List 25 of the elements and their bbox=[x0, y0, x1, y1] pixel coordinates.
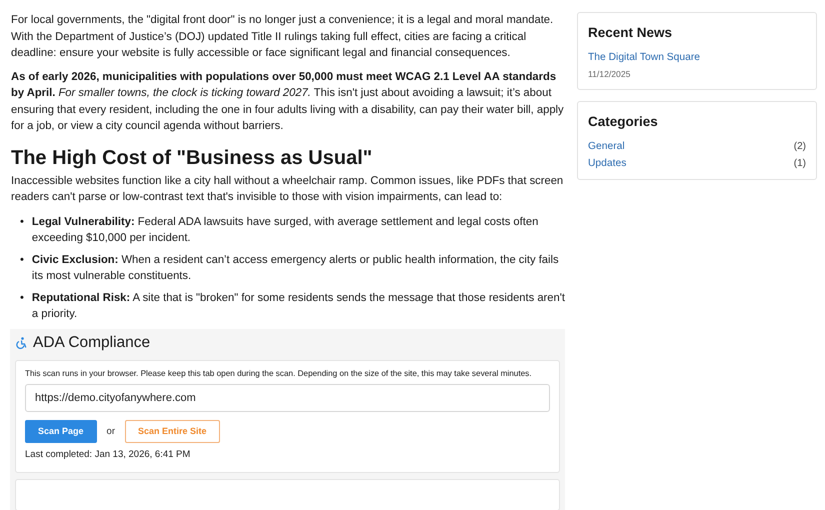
category-link[interactable]: General bbox=[588, 141, 625, 152]
card-title: Categories bbox=[588, 114, 659, 129]
paragraph: As of early 2026, municipalities with populations over 50,000 must meet WCAG 2.1 Level AA standards by April. For smaller towns, the clock is ticking toward 2027. This isn't just about avoiding a lawsuit; it’s about ensuring that every resident, including the one in four adults living with a disability, can pay their water bill, apply for a job, or view a city council agenda without barriers. bbox=[11, 70, 565, 134]
news-date: 11/12/2025 bbox=[588, 69, 632, 79]
paragraph: For local governments, the "digital front door" is no longer just a convenience; it is a legal and moral mandate. With the Department of Justice’s (DOJ) updated Title II rulings taking full effect, cities are facing a critical deadline: ensure your website is fully accessible or face significant legal and financial consequences. bbox=[11, 13, 554, 61]
scan-page-button[interactable]: Scan Page bbox=[25, 420, 97, 442]
bullet-item: Civic Exclusion: When a resident can’t access emergency alerts or public health information, the city fails its most vulnerable constituents. bbox=[32, 252, 560, 284]
scan-notice: This scan runs in your browser. Please keep this tab open during the scan. Depending on the size of the site, this may take several minutes. bbox=[25, 368, 533, 378]
card-title: Recent News bbox=[588, 25, 674, 40]
bullet-marker: • bbox=[20, 214, 24, 230]
bullet-item: Legal Vulnerability: Federal ADA lawsuits have surged, with average settlement and legal costs often exceeding $10,000 per incident. bbox=[32, 214, 540, 246]
bullet-marker: • bbox=[20, 252, 24, 268]
bullet-marker: • bbox=[20, 290, 24, 306]
category-count: (2) bbox=[794, 141, 806, 152]
wheelchair-icon bbox=[16, 336, 27, 348]
category-count: (1) bbox=[794, 158, 806, 169]
url-field[interactable]: https://demo.cityofanywhere.com bbox=[25, 384, 550, 412]
section-heading: The High Cost of "Business as Usual" bbox=[11, 146, 374, 170]
news-link[interactable]: The Digital Town Square bbox=[588, 52, 806, 63]
last-completed-text: Last completed: Jan 13, 2026, 6:41 PM bbox=[25, 448, 192, 460]
paragraph: Inaccessible websites function like a city hall without a wheelchair ramp. Common issues, like PDFs that screen readers can't parse or low-contrast text that's invisible to those with vision impairments, can lead to: bbox=[11, 174, 564, 205]
or-text: or bbox=[106, 426, 115, 436]
panel-title: ADA Compliance bbox=[33, 334, 150, 352]
category-link[interactable]: Updates bbox=[588, 158, 626, 169]
bullet-item: Reputational Risk: A site that is "broken" for some residents sends the message that those residents aren't a priority. bbox=[32, 290, 565, 322]
